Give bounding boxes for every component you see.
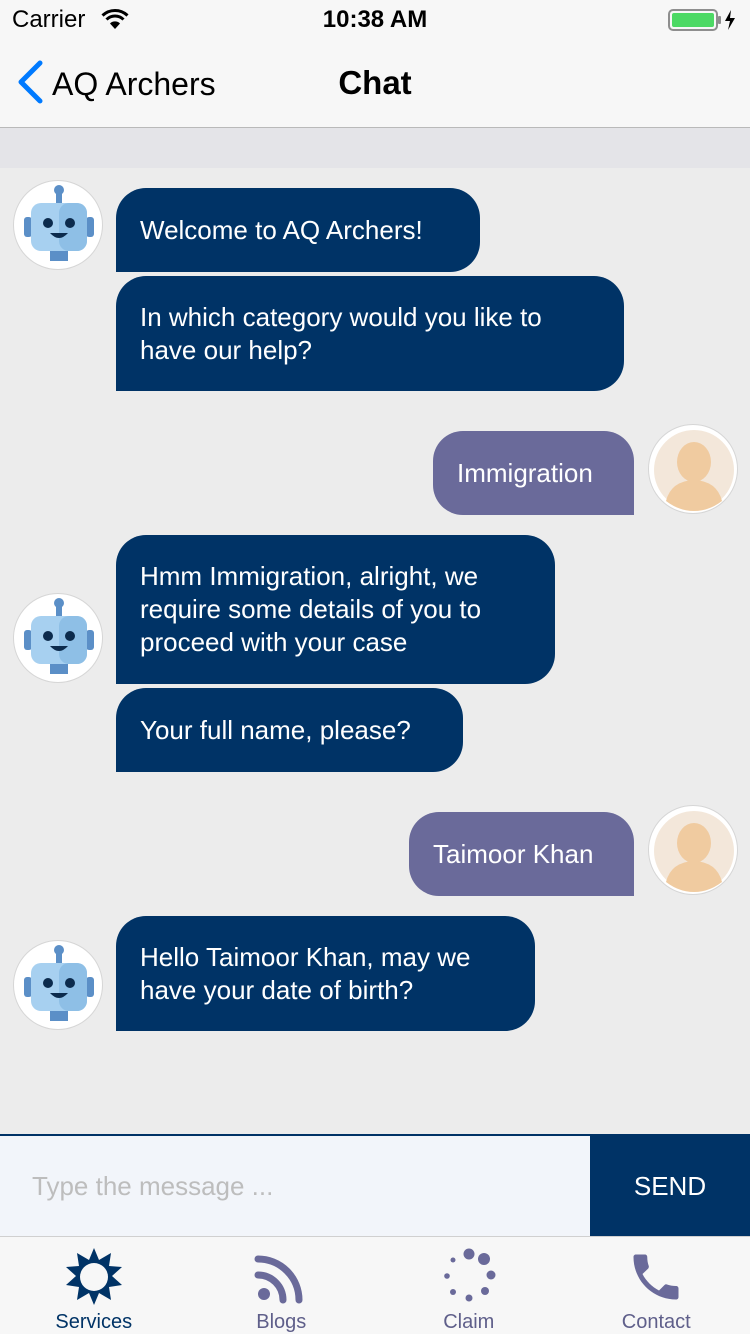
tab-label: Services	[55, 1311, 133, 1333]
message-text: Welcome to AQ Archers!	[140, 214, 423, 245]
loading-dots-icon	[439, 1247, 499, 1307]
send-button-label: SEND	[633, 1170, 707, 1201]
robot-icon	[24, 945, 94, 1021]
message-text: Hello Taimoor Khan, may we have your dat…	[140, 941, 471, 1005]
clock: 10:38 AM	[322, 6, 428, 33]
user-message: Immigration	[433, 431, 634, 515]
sun-icon	[64, 1247, 124, 1307]
back-button-label: AQ Archers	[52, 65, 216, 102]
status-bar: Carrier 10:38 AM	[0, 0, 750, 40]
bot-message: Hello Taimoor Khan, may we have your dat…	[116, 916, 535, 1031]
robot-icon	[24, 598, 94, 674]
chat-list[interactable]: Welcome to AQ Archers! In which category…	[0, 168, 750, 1134]
back-button[interactable]: AQ Archers	[16, 60, 216, 108]
bot-avatar	[13, 180, 103, 270]
rss-icon	[251, 1247, 311, 1307]
bot-avatar	[13, 593, 103, 683]
message-text: In which category would you like to have…	[140, 301, 542, 365]
tab-blogs[interactable]: Blogs	[188, 1237, 376, 1334]
battery-icon	[668, 8, 740, 37]
message-text: Immigration	[457, 457, 593, 488]
user-avatar	[648, 424, 738, 514]
tab-label: Claim	[443, 1311, 495, 1333]
header-divider-strip	[0, 128, 750, 168]
tab-label: Blogs	[256, 1311, 307, 1333]
tab-services[interactable]: Services	[0, 1237, 188, 1334]
user-avatar	[648, 805, 738, 895]
message-text: Your full name, please?	[140, 714, 411, 745]
tab-contact[interactable]: Contact	[563, 1237, 750, 1334]
chevron-left-icon	[16, 60, 44, 109]
message-text: Taimoor Khan	[433, 838, 594, 869]
send-button[interactable]: SEND	[590, 1136, 750, 1236]
bot-message: In which category would you like to have…	[116, 276, 624, 391]
phone-icon	[626, 1247, 686, 1307]
person-icon	[654, 430, 734, 511]
message-input[interactable]	[0, 1136, 590, 1236]
message-composer: SEND	[0, 1134, 750, 1236]
bot-message: Your full name, please?	[116, 688, 463, 772]
tab-claim[interactable]: Claim	[375, 1237, 563, 1334]
bot-avatar	[13, 940, 103, 1030]
tab-bar: Services Blogs Claim Contact	[0, 1236, 750, 1334]
tab-label: Contact	[621, 1311, 691, 1333]
navigation-bar: AQ Archers Chat	[0, 40, 750, 128]
robot-icon	[24, 185, 94, 261]
user-message: Taimoor Khan	[409, 812, 634, 896]
person-icon	[654, 811, 734, 892]
bot-message: Welcome to AQ Archers!	[116, 188, 480, 272]
bot-message: Hmm Immigration, alright, we require som…	[116, 535, 555, 684]
message-text: Hmm Immigration, alright, we require som…	[140, 561, 482, 657]
